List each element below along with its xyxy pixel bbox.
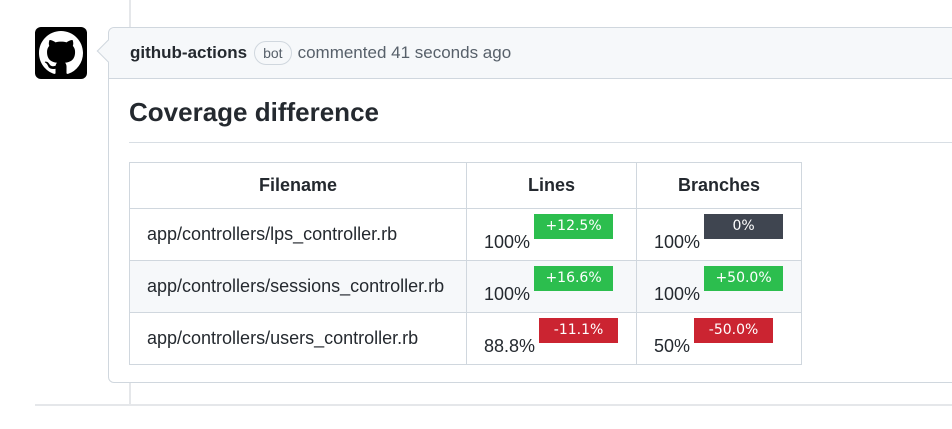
filename-cell: app/controllers/sessions_controller.rb (129, 260, 467, 313)
lines-cell: 100%+12.5% (466, 208, 637, 261)
filename-cell: app/controllers/lps_controller.rb (129, 208, 467, 261)
comment-card: github-actions bot commented 41 seconds … (108, 27, 952, 383)
branches-cell: 100%0% (636, 208, 802, 261)
lines-diff-badge: +12.5% (534, 214, 614, 239)
branches-cell: 50%-50.0% (636, 312, 802, 365)
lines-percent: 100% (484, 284, 531, 304)
branches-percent: 100% (654, 284, 701, 304)
lines-diff-badge: +16.6% (534, 266, 614, 291)
branches-diff-badge: 0% (704, 214, 784, 239)
bot-badge: bot (254, 41, 292, 65)
column-header-branches: Branches (636, 162, 802, 209)
table-row: app/controllers/users_controller.rb 88.8… (129, 312, 802, 365)
lines-percent: 88.8% (484, 336, 536, 356)
table-header-row: Filename Lines Branches (129, 162, 802, 209)
lines-diff-badge: -11.1% (539, 318, 619, 343)
lines-cell: 88.8%-11.1% (466, 312, 637, 365)
column-header-filename: Filename (129, 162, 467, 209)
branches-diff-badge: -50.0% (694, 318, 774, 343)
comment-timestamp[interactable]: commented 41 seconds ago (298, 43, 512, 63)
author-link[interactable]: github-actions (130, 43, 247, 63)
lines-percent: 100% (484, 232, 531, 252)
coverage-table: Filename Lines Branches app/controllers/… (129, 162, 802, 365)
avatar[interactable] (35, 27, 87, 79)
report-heading: Coverage difference (129, 79, 952, 143)
branches-percent: 50% (654, 336, 691, 356)
table-row: app/controllers/sessions_controller.rb 1… (129, 260, 802, 313)
column-header-lines: Lines (466, 162, 637, 209)
branches-cell: 100%+50.0% (636, 260, 802, 313)
branches-diff-badge: +50.0% (704, 266, 784, 291)
comment-body: Coverage difference Filename Lines Branc… (129, 79, 952, 365)
filename-cell: app/controllers/users_controller.rb (129, 312, 467, 365)
comment-header: github-actions bot commented 41 seconds … (109, 28, 952, 79)
lines-cell: 100%+16.6% (466, 260, 637, 313)
branches-percent: 100% (654, 232, 701, 252)
github-octocat-icon (39, 31, 83, 74)
timeline-divider (35, 404, 952, 406)
pull-request-timeline: github-actions bot commented 41 seconds … (0, 0, 952, 429)
table-row: app/controllers/lps_controller.rb 100%+1… (129, 208, 802, 261)
